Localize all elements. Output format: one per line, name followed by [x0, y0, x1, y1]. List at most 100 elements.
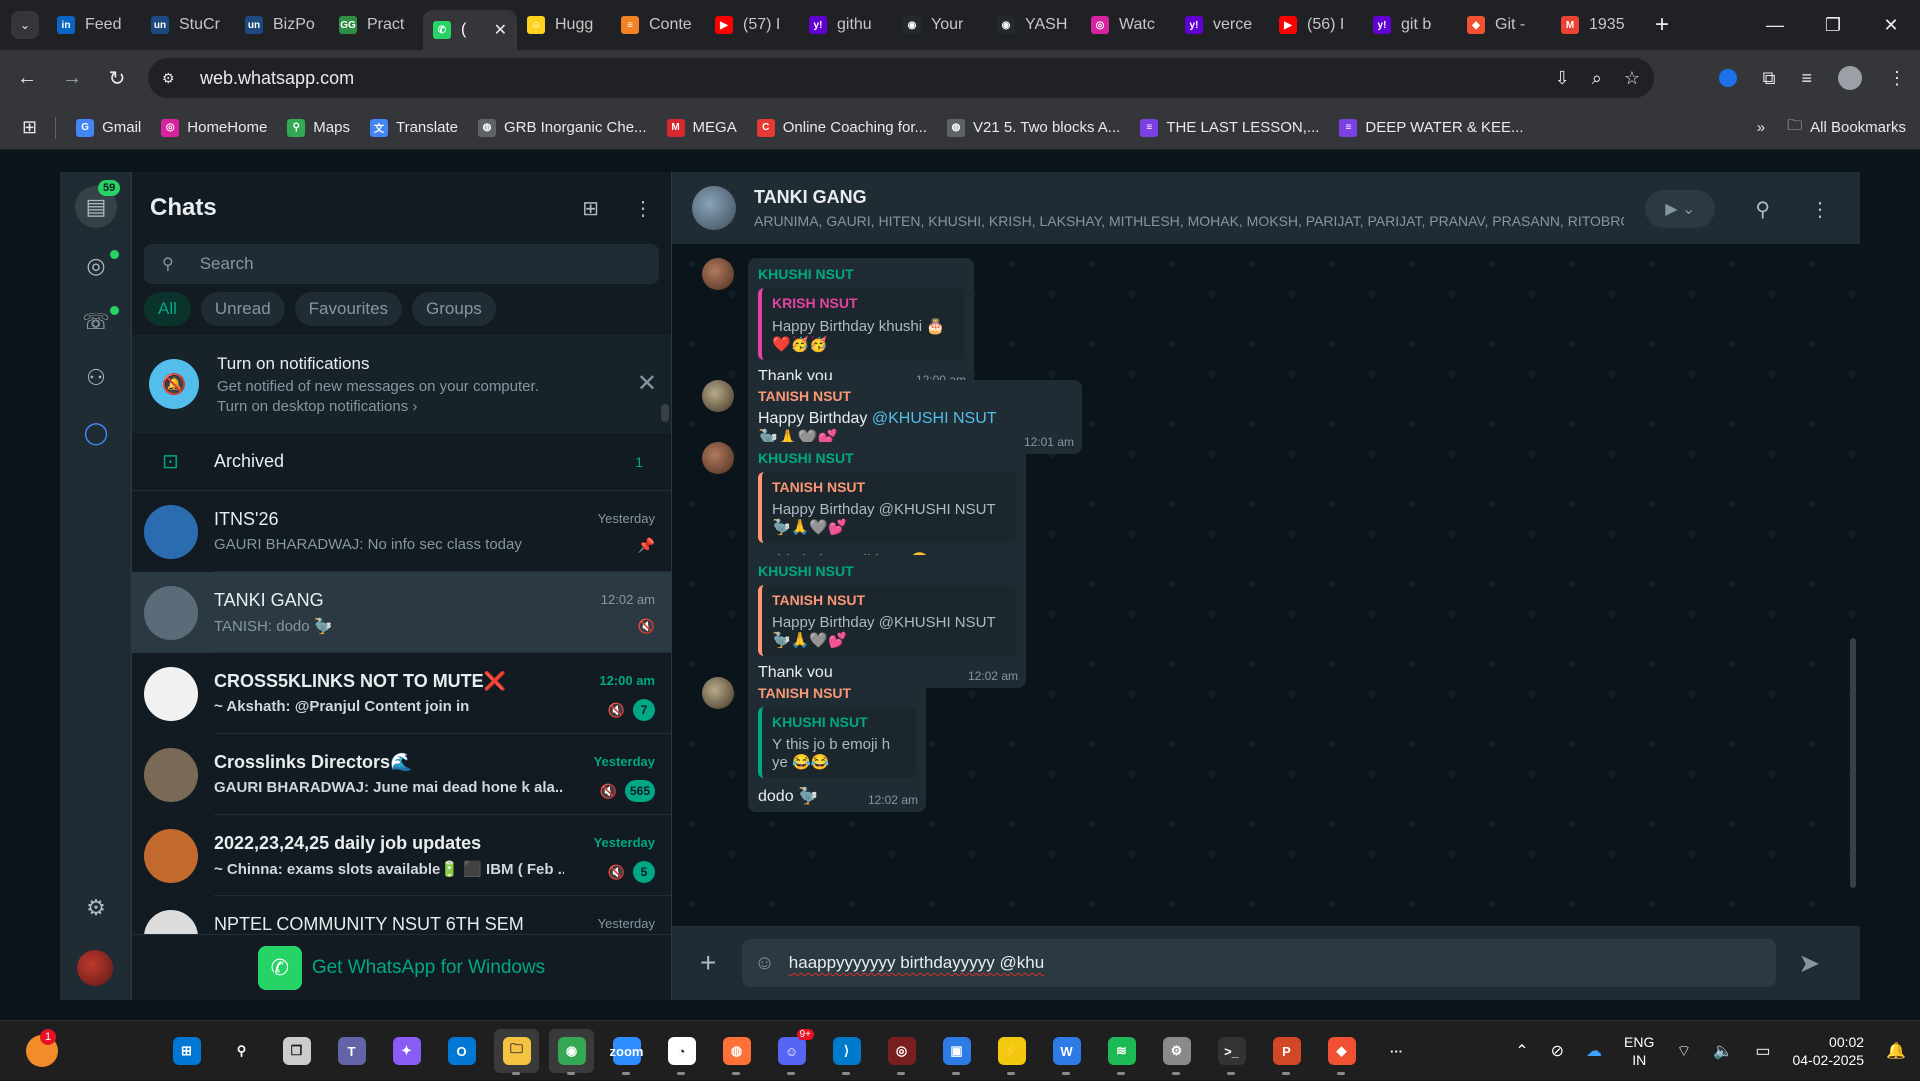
bookmark[interactable]: C Online Coaching for... [756, 118, 927, 137]
media-control-icon[interactable]: ≡ [1801, 68, 1812, 89]
bookmark[interactable]: ⚲ Maps [287, 118, 350, 137]
start-taskbar-button[interactable]: ⊞ [164, 1029, 209, 1073]
search-taskbar-button[interactable]: ⚲ [219, 1029, 264, 1073]
filter-chip-groups[interactable]: Groups [412, 292, 496, 326]
notification-link[interactable]: Turn on desktop notifications › [217, 398, 539, 415]
settings-app-taskbar-button[interactable]: ⚙ [1154, 1029, 1199, 1075]
zoom-icon[interactable]: ⌕ [1592, 68, 1602, 89]
conversation-header[interactable]: TANKI GANG ARUNIMA, GAURI, HITEN, KHUSHI… [672, 172, 1860, 244]
tab[interactable]: un StuCr [141, 7, 235, 43]
notification-bell-icon[interactable]: 🔔 [1886, 1041, 1906, 1061]
chat-list-item[interactable]: ITNS'26 GAURI BHARADWAJ: No info sec clas… [132, 491, 671, 572]
tab[interactable]: ≡ Conte [611, 7, 705, 43]
language-indicator[interactable]: ENG IN [1624, 1033, 1654, 1069]
close-tab-icon[interactable]: ✕ [494, 20, 507, 40]
close-window-button[interactable]: ✕ [1862, 0, 1920, 50]
copilot-taskbar-button[interactable]: ✦ [384, 1029, 429, 1073]
bookmark[interactable]: G Gmail [76, 118, 141, 137]
chevron-up-icon[interactable]: ⌃ [1515, 1041, 1528, 1061]
emoji-icon[interactable]: ☺ [754, 952, 774, 975]
tab[interactable]: y! githu [799, 7, 893, 43]
powerpoint-taskbar-button[interactable]: P [1264, 1029, 1309, 1075]
forward-button[interactable]: → [54, 60, 90, 96]
extension-icon[interactable] [1718, 69, 1737, 87]
network-off-icon[interactable]: ⊘ [1551, 1041, 1564, 1061]
message-input[interactable]: ☺ haappyyyyyyy birthdayyyyy @khu [742, 939, 1777, 987]
menu-icon[interactable]: ⋮ [633, 196, 653, 221]
app-red-taskbar-button[interactable]: ◎ [879, 1029, 924, 1075]
tab[interactable]: ◉ YASH [987, 7, 1081, 43]
tab[interactable]: y! git b [1363, 7, 1457, 43]
message-bubble[interactable]: KHUSHI NSUT KRISH NSUT Happy Birthday khus… [748, 258, 974, 392]
battery-icon[interactable]: ▭ [1755, 1041, 1770, 1061]
back-button[interactable]: ← [9, 60, 45, 96]
chat-list-item[interactable]: 2022,23,24,25 daily job updates ~ Chinna:… [132, 815, 671, 896]
menu-icon[interactable]: ⋮ [1810, 197, 1830, 222]
more-bookmarks-icon[interactable]: » [1757, 119, 1765, 136]
file-explorer-taskbar-button[interactable]: 🗀 [494, 1029, 539, 1075]
tab-search-chevron-icon[interactable]: ⌄ [11, 11, 39, 39]
tab[interactable]: ◆ Git - [1457, 7, 1551, 43]
sender-name[interactable]: KHUSHI NSUT [758, 563, 1016, 579]
bookmark[interactable]: 文 Translate [369, 118, 458, 137]
chat-list-item[interactable]: TANKI GANG TANISH: dodo 🦤 12:02 am 🔇 [132, 572, 671, 653]
profile-avatar[interactable] [1838, 66, 1862, 90]
close-icon[interactable]: ✕ [637, 369, 657, 398]
communities-icon[interactable]: ⚇ [78, 360, 114, 396]
reload-button[interactable]: ↻ [99, 60, 135, 96]
sender-avatar[interactable] [702, 258, 734, 290]
remote-desktop-taskbar-button[interactable]: ▣ [934, 1029, 979, 1075]
apps-grid-icon[interactable]: ⊞ [22, 117, 37, 138]
channels-icon[interactable]: ☏ [78, 304, 114, 340]
notification-banner[interactable]: 🔕 Turn on notifications Get notified of … [132, 335, 671, 433]
tab[interactable]: in Feed [47, 7, 141, 43]
teams-taskbar-button[interactable]: T [329, 1029, 374, 1073]
message-bubble[interactable]: TANISH NSUT KHUSHI NSUT Y this jo b emoji … [748, 677, 926, 812]
app-yellow-taskbar-button[interactable]: ⚡ [989, 1029, 1034, 1075]
sender-name[interactable]: TANISH NSUT [758, 388, 1072, 404]
outlook-taskbar-button[interactable]: O [439, 1029, 484, 1073]
volume-icon[interactable]: 🔈 [1713, 1041, 1733, 1061]
quoted-message[interactable]: TANISH NSUT Happy Birthday @KHUSHI NSUT 🦤… [758, 585, 1016, 656]
all-bookmarks-button[interactable]: 🗀 All Bookmarks [1787, 115, 1906, 140]
sender-avatar[interactable] [702, 442, 734, 474]
chrome-taskbar-button[interactable]: ◉ [549, 1029, 594, 1075]
bookmark[interactable]: ◍ GRB Inorganic Che... [477, 118, 647, 137]
filter-chip-favourites[interactable]: Favourites [294, 292, 403, 326]
onedrive-icon[interactable]: ☁ [1586, 1041, 1602, 1061]
edge-dev-taskbar-button[interactable]: W [1044, 1029, 1089, 1075]
tab[interactable]: ◉ Your [893, 7, 987, 43]
meta-ai-icon[interactable]: ◯ [78, 415, 114, 451]
spotify-taskbar-button[interactable]: ≋ [1099, 1029, 1144, 1075]
chat-list-item[interactable]: Crosslinks Directors🌊 GAURI BHARADWAJ: Ju… [132, 734, 671, 815]
sender-avatar[interactable] [702, 380, 734, 412]
group-avatar[interactable] [692, 186, 736, 230]
sender-name[interactable]: TANISH NSUT [758, 685, 916, 701]
get-app-banner[interactable]: ✆ Get WhatsApp for Windows [132, 934, 671, 1000]
clock[interactable]: 00:02 04-02-2025 [1792, 1033, 1864, 1069]
tab[interactable]: ▶ (56) I [1269, 7, 1363, 43]
message-scrollbar[interactable] [1850, 638, 1856, 888]
bookmark[interactable]: ≡ THE LAST LESSON,... [1140, 118, 1319, 137]
video-call-icon[interactable]: ▶ ⌄ [1645, 190, 1716, 228]
send-icon[interactable]: ➤ [1798, 948, 1820, 979]
bookmark[interactable]: ◎ HomeHome [161, 118, 267, 137]
bookmark[interactable]: ≡ DEEP WATER & KEE... [1339, 118, 1524, 137]
quoted-message[interactable]: KRISH NSUT Happy Birthday khushi 🎂❤️🥳🥳 [758, 288, 964, 360]
more-apps-taskbar-button[interactable]: ··· [1374, 1029, 1419, 1073]
chat-list-scrollbar[interactable] [661, 404, 669, 422]
chrome-menu-icon[interactable]: ⋮ [1888, 68, 1906, 89]
profile-avatar[interactable] [77, 950, 113, 986]
extensions-puzzle-icon[interactable]: ⧉ [1763, 68, 1776, 89]
tab[interactable]: ✆ (✕ [423, 10, 517, 50]
settings-icon[interactable]: ⚙ [78, 890, 114, 926]
terminal-taskbar-button[interactable]: >_ [1209, 1029, 1254, 1075]
git-app-taskbar-button[interactable]: ◆ [1319, 1029, 1364, 1075]
site-info-icon[interactable]: ⚙ [162, 70, 186, 87]
archived-row[interactable]: ⊡ Archived 1 [132, 433, 671, 491]
search-input[interactable]: Search [200, 254, 254, 274]
chat-list-item[interactable]: CROSS5KLINKS NOT TO MUTE❌ ~ Akshath: @Pra… [132, 653, 671, 734]
zoom-taskbar-button[interactable]: zoom [604, 1029, 649, 1075]
quoted-message[interactable]: KHUSHI NSUT Y this jo b emoji h ye 😂😂 [758, 707, 916, 778]
tab[interactable]: y! verce [1175, 7, 1269, 43]
